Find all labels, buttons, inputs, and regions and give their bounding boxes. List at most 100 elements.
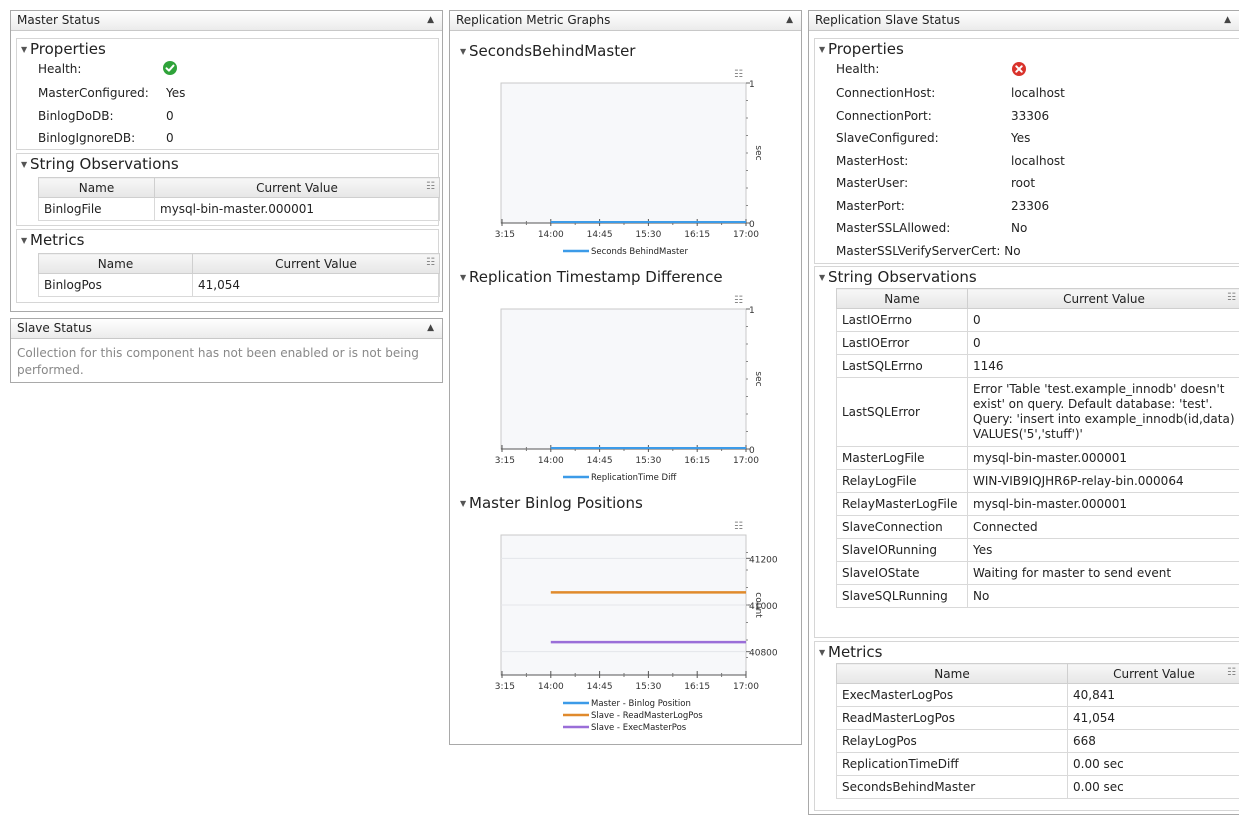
cell-value: 0.00 sec xyxy=(1067,752,1239,776)
table-row: RelayLogFile WIN-VIB9IQJHR6P-relay-bin.00… xyxy=(836,469,1239,493)
cell-name: SlaveConnection xyxy=(836,515,968,539)
table-row: MasterLogFile mysql-bin-master.000001 xyxy=(836,446,1239,470)
column-chooser-icon[interactable]: ☷ xyxy=(426,181,435,192)
chart-menu-icon: ☷ xyxy=(734,295,743,306)
property-value: localhost xyxy=(1011,86,1065,100)
table-row: BinlogPos 41,054 xyxy=(38,273,440,297)
cell-name: RelayLogFile xyxy=(836,469,968,493)
legend-label: Master - Binlog Position xyxy=(591,699,691,709)
section-header[interactable]: ▼ Properties xyxy=(815,39,1239,59)
cell-name: LastSQLError xyxy=(836,377,968,447)
cell-value: Yes xyxy=(967,538,1239,562)
property-value: 0 xyxy=(166,131,174,145)
section-header[interactable]: ▼ Metrics xyxy=(17,230,438,250)
y-axis-label: count xyxy=(753,592,763,618)
y-tick-label: 41200 xyxy=(749,555,778,565)
x-tick-label: 15:30 xyxy=(635,682,661,692)
string-observations-table: Name Current Value ☷ LastIOErrno 0 LastIOE… xyxy=(836,288,1239,608)
table-row: BinlogFile mysql-bin-master.000001 xyxy=(38,197,440,221)
expand-triangle-icon[interactable]: ▼ xyxy=(460,42,469,62)
section-title: Properties xyxy=(828,40,904,58)
master-string-observations-section: ▼ String Observations Name Current Value ☷… xyxy=(16,153,440,226)
cell-value: 0 xyxy=(967,308,1239,332)
property-label: ConnectionHost: xyxy=(836,86,936,100)
column-chooser-icon[interactable]: ☷ xyxy=(1227,292,1236,303)
column-header-label: Current Value xyxy=(1113,666,1195,681)
column-header-label: Current Value xyxy=(256,180,338,195)
y-axis-label: sec xyxy=(753,145,763,160)
expand-triangle-icon[interactable]: ▼ xyxy=(819,268,828,288)
property-value: No xyxy=(1011,221,1028,235)
cell-name: SlaveIOState xyxy=(836,561,968,585)
health-ok-icon xyxy=(162,60,178,80)
table-row: RelayLogPos 668 xyxy=(836,729,1239,753)
plot-area xyxy=(500,308,747,450)
section-header[interactable]: ▼ Properties xyxy=(17,39,438,59)
expand-triangle-icon[interactable]: ▼ xyxy=(460,494,469,514)
section-title: Properties xyxy=(30,40,106,58)
expand-triangle-icon[interactable]: ▼ xyxy=(460,268,469,288)
cell-name: BinlogFile xyxy=(38,197,155,221)
section-header[interactable]: ▼ String Observations xyxy=(815,267,1239,287)
property-label: BinlogDoDB: xyxy=(38,109,114,123)
cell-name: ReplicationTimeDiff xyxy=(836,752,1068,776)
column-header-name[interactable]: Name xyxy=(836,288,968,309)
column-header-name[interactable]: Name xyxy=(38,253,193,274)
collapse-icon[interactable]: ▲ xyxy=(786,11,793,30)
column-header-current-value[interactable]: Current Value ☷ xyxy=(154,177,440,198)
chart-section-header[interactable]: ▼ SecondsBehindMaster xyxy=(456,41,635,61)
property-label: ConnectionPort: xyxy=(836,109,932,123)
panel-title: Slave Status xyxy=(17,321,92,335)
x-tick-label: 13:15 xyxy=(494,682,515,692)
slave-string-observations-section: ▼ String Observations Name Current Value ☷… xyxy=(814,266,1239,638)
column-header-name[interactable]: Name xyxy=(38,177,155,198)
collapse-icon[interactable]: ▲ xyxy=(1224,11,1231,30)
column-header-current-value[interactable]: Current Value ☷ xyxy=(967,288,1239,309)
table-row: SlaveSQLRunning No xyxy=(836,584,1239,608)
expand-triangle-icon[interactable]: ▼ xyxy=(819,643,828,663)
cell-value: No xyxy=(967,584,1239,608)
property-label: SlaveConfigured: xyxy=(836,131,939,145)
collapse-icon[interactable]: ▲ xyxy=(427,319,434,338)
cell-value: 668 xyxy=(1067,729,1239,753)
section-title: Metrics xyxy=(30,231,85,249)
section-header[interactable]: ▼ Metrics xyxy=(815,642,1239,662)
column-chooser-icon[interactable]: ☷ xyxy=(426,257,435,268)
column-header-current-value[interactable]: Current Value ☷ xyxy=(192,253,440,274)
chart-section-header[interactable]: ▼ Replication Timestamp Difference xyxy=(456,267,723,287)
column-header-label: Current Value xyxy=(1063,291,1145,306)
property-value: localhost xyxy=(1011,154,1065,168)
chart-title: SecondsBehindMaster xyxy=(469,42,636,60)
legend-label: ReplicationTime Diff xyxy=(591,473,677,483)
master-status-header[interactable]: Master Status ▲ xyxy=(11,11,442,31)
expand-triangle-icon[interactable]: ▼ xyxy=(21,231,30,251)
x-tick-label: 14:00 xyxy=(538,456,564,466)
table-row: ReplicationTimeDiff 0.00 sec xyxy=(836,752,1239,776)
cell-name: SlaveSQLRunning xyxy=(836,584,968,608)
expand-triangle-icon[interactable]: ▼ xyxy=(21,40,30,60)
cell-name: ExecMasterLogPos xyxy=(836,683,1068,707)
chart-menu-icon: ☷ xyxy=(734,69,743,80)
section-header[interactable]: ▼ String Observations xyxy=(17,154,438,174)
slave-status-header[interactable]: Slave Status ▲ xyxy=(11,319,442,339)
column-header-name[interactable]: Name xyxy=(836,663,1068,684)
cell-value: mysql-bin-master.000001 xyxy=(967,446,1239,470)
master-status-panel: Master Status ▲ ▼ Properties Health: Mast… xyxy=(10,10,443,312)
cell-name: RelayLogPos xyxy=(836,729,1068,753)
property-value: 0 xyxy=(166,109,174,123)
table-row: LastSQLError Error 'Table 'test.example_i… xyxy=(836,377,1239,447)
replication-slave-status-header[interactable]: Replication Slave Status ▲ xyxy=(809,11,1239,31)
column-chooser-icon[interactable]: ☷ xyxy=(1227,667,1236,678)
expand-triangle-icon[interactable]: ▼ xyxy=(819,40,828,60)
cell-value: Connected xyxy=(967,515,1239,539)
expand-triangle-icon[interactable]: ▼ xyxy=(21,155,30,175)
health-error-icon xyxy=(1011,61,1027,81)
legend-label: Slave - ExecMasterPos xyxy=(591,723,687,733)
legend-label: Slave - ReadMasterLogPos xyxy=(591,711,703,721)
collapse-icon[interactable]: ▲ xyxy=(427,11,434,30)
column-header-current-value[interactable]: Current Value ☷ xyxy=(1067,663,1239,684)
collection-disabled-message: Collection for this component has not be… xyxy=(17,346,419,377)
replication-graphs-header[interactable]: Replication Metric Graphs ▲ xyxy=(450,11,801,31)
x-tick-label: 14:45 xyxy=(587,682,613,692)
chart-section-header[interactable]: ▼ Master Binlog Positions xyxy=(456,493,643,513)
